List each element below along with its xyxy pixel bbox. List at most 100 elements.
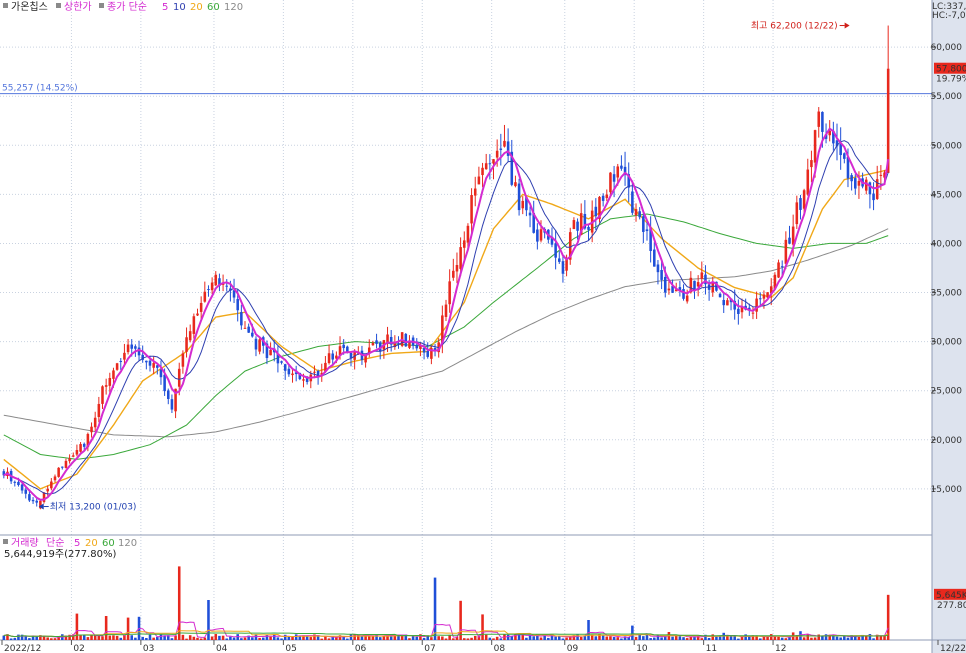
ma20-period[interactable]: 20 <box>190 2 203 13</box>
volume-legend-icon[interactable] <box>3 539 8 544</box>
ma60-period[interactable]: 60 <box>207 2 220 13</box>
volume-bar <box>462 638 466 640</box>
candle-body <box>685 295 689 302</box>
volume-bar <box>159 634 163 640</box>
volume-bar <box>360 636 364 640</box>
volume-bar <box>583 636 587 640</box>
volume-info: 5,644,919주(277.80%) <box>4 549 116 560</box>
volume-bar <box>547 637 550 640</box>
volume-bar <box>506 634 510 640</box>
volume-bar <box>737 638 740 640</box>
time-tick-label: 04 <box>216 644 228 653</box>
current-price-badge: 57,800 19.79% <box>934 62 966 85</box>
price-tick-label: 25,000 <box>931 387 963 397</box>
volume-bar <box>773 636 777 640</box>
candle-body <box>656 264 660 273</box>
volume-bar <box>528 635 532 640</box>
candle-body <box>126 344 130 353</box>
volume-bar <box>813 637 817 640</box>
candle-body <box>247 326 250 333</box>
volume-label: 거래량 <box>11 537 39 549</box>
candle-body <box>17 481 20 486</box>
ma5-period[interactable]: 5 <box>162 2 168 13</box>
candle-body <box>327 353 331 364</box>
volume-simple-label[interactable]: 단순 <box>46 537 64 549</box>
volume-bar <box>605 636 609 640</box>
time-tick-label: 07 <box>424 644 435 653</box>
candle-body <box>813 130 817 163</box>
volume-bar <box>638 634 641 640</box>
ma120-period[interactable]: 120 <box>224 2 243 13</box>
candle-body <box>872 193 875 201</box>
volume-bar <box>733 636 736 640</box>
price-legend[interactable]: 가온칩스 상한가 종가 단순 5 10 20 60 120 <box>3 1 243 13</box>
time-tick-label: 12/22 <box>940 644 966 653</box>
volume-bar <box>649 638 652 640</box>
candle-body <box>572 220 576 230</box>
volume-bar <box>707 637 711 640</box>
volume-bar <box>488 637 492 640</box>
volume-bar <box>112 635 115 640</box>
candle-body <box>188 331 192 341</box>
volume-bar <box>13 638 17 640</box>
candle-body <box>799 198 802 210</box>
volume-bar <box>90 635 93 640</box>
stock-chart[interactable]: 55,257 (14.52%) 15,000 20,000 25,000 30,000… <box>0 0 966 653</box>
volume-bar <box>452 638 455 640</box>
volume-bar <box>554 636 557 640</box>
volume-bar <box>108 635 112 640</box>
candle-body <box>185 337 188 352</box>
candle-body <box>207 289 210 291</box>
candle-body <box>177 368 181 387</box>
volume-bar <box>185 638 188 640</box>
candle-body <box>857 180 861 186</box>
candle-body <box>821 111 824 132</box>
candle-body <box>517 183 521 211</box>
volume-bar <box>82 635 86 640</box>
price-tick-label: 15,000 <box>931 485 963 495</box>
volume-bar <box>320 638 324 640</box>
volume-bar <box>864 635 868 640</box>
volume-bar <box>780 637 784 640</box>
vol-ma60-period[interactable]: 60 <box>102 538 115 549</box>
volume-bar <box>294 634 298 640</box>
candle-body <box>145 360 148 363</box>
time-tick-label: 06 <box>355 644 367 653</box>
candle-body <box>459 247 462 269</box>
close-simple-label[interactable]: 종가 단순 <box>107 1 147 13</box>
volume-bar <box>346 638 349 640</box>
volume-bar <box>802 637 806 640</box>
limit-up-label[interactable]: 상한가 <box>64 1 92 13</box>
volume-bar <box>433 577 437 640</box>
volume-bar <box>565 637 568 640</box>
volume-bar <box>886 594 890 640</box>
candle-body <box>225 285 229 287</box>
candle-body <box>313 371 316 373</box>
volume-bar <box>466 638 470 640</box>
vol-ma5-period[interactable]: 5 <box>74 538 80 549</box>
candle-body <box>726 300 729 306</box>
candle-body <box>784 239 788 264</box>
price-tick-label: 30,000 <box>931 338 963 348</box>
volume-bar <box>243 637 247 640</box>
vol-ma20-period[interactable]: 20 <box>85 538 98 549</box>
volume-bar <box>806 634 810 640</box>
vol-ma120-period[interactable]: 120 <box>118 538 137 549</box>
volume-bar <box>170 638 174 640</box>
volume-bar <box>53 638 57 640</box>
candle-body <box>762 294 766 299</box>
candle-body <box>251 332 254 337</box>
ma10-period[interactable]: 10 <box>173 2 186 13</box>
volume-bar <box>473 635 477 640</box>
candle-body <box>788 237 791 244</box>
volume-bar <box>448 635 451 640</box>
candle-body <box>243 327 247 329</box>
candle-body <box>134 346 137 349</box>
time-tick-label: 09 <box>567 644 579 653</box>
candle-body <box>240 312 243 326</box>
legend-collapse-icon[interactable] <box>3 3 8 8</box>
price-tick-label: 45,000 <box>931 190 963 200</box>
candle-body <box>777 262 780 278</box>
volume-bar <box>671 636 674 640</box>
candle-body <box>594 206 598 217</box>
